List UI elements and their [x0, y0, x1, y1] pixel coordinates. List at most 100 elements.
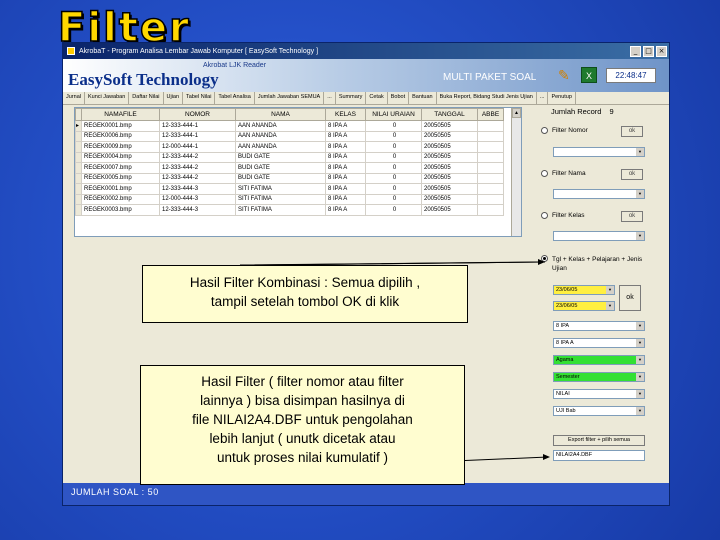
cell: 8 IPA A — [325, 172, 366, 184]
filter-kombinasi-option[interactable]: Tgl + Kelas + Pelajaran + Jenis Ujian — [541, 255, 651, 273]
column-header[interactable]: NILAI URAIAN — [365, 108, 422, 121]
pelajaran-combo[interactable]: Agama ▼ — [553, 355, 645, 365]
chevron-down-icon: ▼ — [636, 390, 644, 398]
maximize-button[interactable]: □ — [643, 45, 654, 57]
cell: 20050505 — [421, 183, 478, 195]
ok-kombinasi-button[interactable]: ok — [619, 285, 641, 311]
date-from-picker[interactable]: 23/06/05 ▼ — [553, 285, 615, 295]
cell — [477, 141, 504, 153]
column-header[interactable]: NAMAFILE — [81, 108, 160, 121]
table-row[interactable]: REGEK0004.bmp 12-333-444-2 BUDI GATE 8 IPA … — [75, 151, 504, 163]
app-banner: Akrobat LJK Reader EasySoft Technology M… — [63, 59, 669, 92]
menu-item[interactable]: ... — [537, 92, 549, 104]
menu-item[interactable]: Tabel Nilai — [183, 92, 216, 104]
minimize-button[interactable]: _ — [630, 45, 641, 57]
cell: 12-333-444-2 — [159, 172, 236, 184]
date-from-value: 23/06/05 — [556, 287, 578, 293]
kelas-select[interactable]: ▼ — [553, 231, 645, 241]
menu-item[interactable]: Bobot — [388, 92, 410, 104]
export-file-field[interactable]: NILAI2A4.DBF — [553, 450, 645, 461]
radio-icon[interactable] — [541, 127, 548, 134]
chevron-down-icon: ▼ — [636, 339, 644, 347]
chevron-down-icon: ▼ — [636, 356, 644, 364]
window-title: AkrobaT - Program Analisa Lembar Jawab K… — [79, 47, 319, 55]
nama-select[interactable]: ▼ — [553, 189, 645, 199]
menu-item[interactable]: Jurnal — [63, 92, 85, 104]
column-header[interactable]: NOMOR — [159, 108, 236, 121]
scroll-up-icon[interactable]: ▲ — [512, 108, 521, 118]
table-row[interactable]: REGEK0006.bmp 12-333-444-1 AAN ANANDA 8 IPA… — [75, 130, 504, 142]
ok-nomor-button[interactable]: ok — [621, 126, 643, 137]
filter-nomor-label: Filter Nomor — [552, 127, 588, 134]
jumlah-soal-text: JUMLAH SOAL : 50 — [71, 487, 159, 497]
cell: 8 IPA A — [325, 204, 366, 216]
extra-value: NILAI — [556, 391, 570, 397]
filter-kelas-option[interactable]: Filter Kelas — [541, 212, 585, 219]
excel-icon[interactable]: X — [581, 67, 597, 83]
results-grid[interactable]: NAMAFILE NOMOR NAMA KELAS NILAI URAIAN T… — [74, 107, 522, 237]
cell: 12-333-444-1 — [159, 130, 236, 142]
menu-item[interactable]: Kunci Jawaban — [85, 92, 130, 104]
sub-kelas-combo[interactable]: 8 IPA A ▼ — [553, 338, 645, 348]
radio-icon[interactable] — [541, 212, 548, 219]
menu-item[interactable]: Ujian — [164, 92, 184, 104]
cell: 12-333-444-3 — [159, 183, 236, 195]
ok-kelas-button[interactable]: ok — [621, 211, 643, 222]
column-header[interactable]: NAMA — [235, 108, 326, 121]
menu-item[interactable]: Bantuan — [409, 92, 437, 104]
table-row[interactable]: REGEK0002.bmp 12-000-444-3 SITI FATIMA 8 IP… — [75, 193, 504, 205]
table-row[interactable]: REGEK0001.bmp 12-333-444-3 SITI FATIMA 8 IP… — [75, 183, 504, 195]
cell — [477, 183, 504, 195]
table-row[interactable]: ▸ REGEK0001.bmp 12-333-444-1 AAN ANANDA 8 IP… — [75, 120, 504, 132]
extra-combo[interactable]: NILAI ▼ — [553, 389, 645, 399]
table-row[interactable]: REGEK0007.bmp 12-333-444-2 BUDI GATE 8 IPA … — [75, 162, 504, 174]
cell: 20050505 — [421, 162, 478, 174]
record-count: Jumlah Record 9 — [551, 107, 614, 116]
table-row[interactable]: REGEK0009.bmp 12-000-444-1 AAN ANANDA 8 IPA… — [75, 141, 504, 153]
cell: REGEK0003.bmp — [81, 204, 160, 216]
window-titlebar: AkrobaT - Program Analisa Lembar Jawab K… — [63, 43, 669, 59]
nomor-select[interactable]: ▼ — [553, 147, 645, 157]
menu-item[interactable]: Jumlah Jawaban SEMUA — [255, 92, 325, 104]
menu-item[interactable]: Daftar Nilai — [129, 92, 164, 104]
cell: REGEK0001.bmp — [81, 120, 160, 132]
cell: 20050505 — [421, 151, 478, 163]
chevron-down-icon: ▼ — [636, 373, 644, 381]
cell — [477, 162, 504, 174]
column-header[interactable]: ABBE — [477, 108, 504, 121]
menu-item[interactable]: Tabel Analisa — [215, 92, 255, 104]
menu-item[interactable]: ... — [324, 92, 336, 104]
menu-item[interactable]: Penutup — [548, 92, 576, 104]
cell: 12-333-444-2 — [159, 151, 236, 163]
column-header[interactable]: KELAS — [325, 108, 366, 121]
radio-icon[interactable] — [541, 170, 548, 177]
menu-item[interactable]: Summary — [336, 92, 367, 104]
cell — [477, 193, 504, 205]
cell: 20050505 — [421, 141, 478, 153]
cell: 20050505 — [421, 172, 478, 184]
bidang-combo[interactable]: UJI Bab ▼ — [553, 406, 645, 416]
cell: 0 — [365, 172, 422, 184]
date-to-picker[interactable]: 23/06/05 ▼ — [553, 301, 615, 311]
filter-nama-option[interactable]: Filter Nama — [541, 170, 586, 177]
table-row[interactable]: REGEK0005.bmp 12-333-444-2 BUDI GATE 8 IPA … — [75, 172, 504, 184]
radio-selected-icon[interactable] — [541, 255, 548, 262]
callout-text: Hasil Filter ( filter nomor atau filter — [201, 374, 404, 389]
menu-item[interactable]: Buka Report, Bidang Studi Jenis Ujian — [437, 92, 537, 104]
cell — [477, 151, 504, 163]
kelas-combo[interactable]: 8 IPA ▼ — [553, 321, 645, 331]
cell: BUDI GATE — [235, 162, 326, 174]
pen-icon[interactable]: ✎ — [558, 67, 574, 83]
export-button[interactable]: Export filter + pilih semua — [553, 435, 645, 446]
ok-nama-button[interactable]: ok — [621, 169, 643, 180]
filter-nomor-option[interactable]: Filter Nomor — [541, 127, 588, 134]
cell: 8 IPA A — [325, 141, 366, 153]
column-header[interactable]: TANGGAL — [421, 108, 478, 121]
bidang-value: UJI Bab — [556, 408, 576, 414]
close-button[interactable]: × — [656, 45, 667, 57]
menu-item[interactable]: Cetak — [366, 92, 388, 104]
table-row[interactable]: REGEK0003.bmp 12-333-444-3 SITI FATIMA 8 IP… — [75, 204, 504, 216]
jenis-ujian-combo[interactable]: Semester ▼ — [553, 372, 645, 382]
filter-nama-label: Filter Nama — [552, 170, 586, 177]
vertical-scrollbar[interactable]: ▲ — [511, 108, 521, 236]
